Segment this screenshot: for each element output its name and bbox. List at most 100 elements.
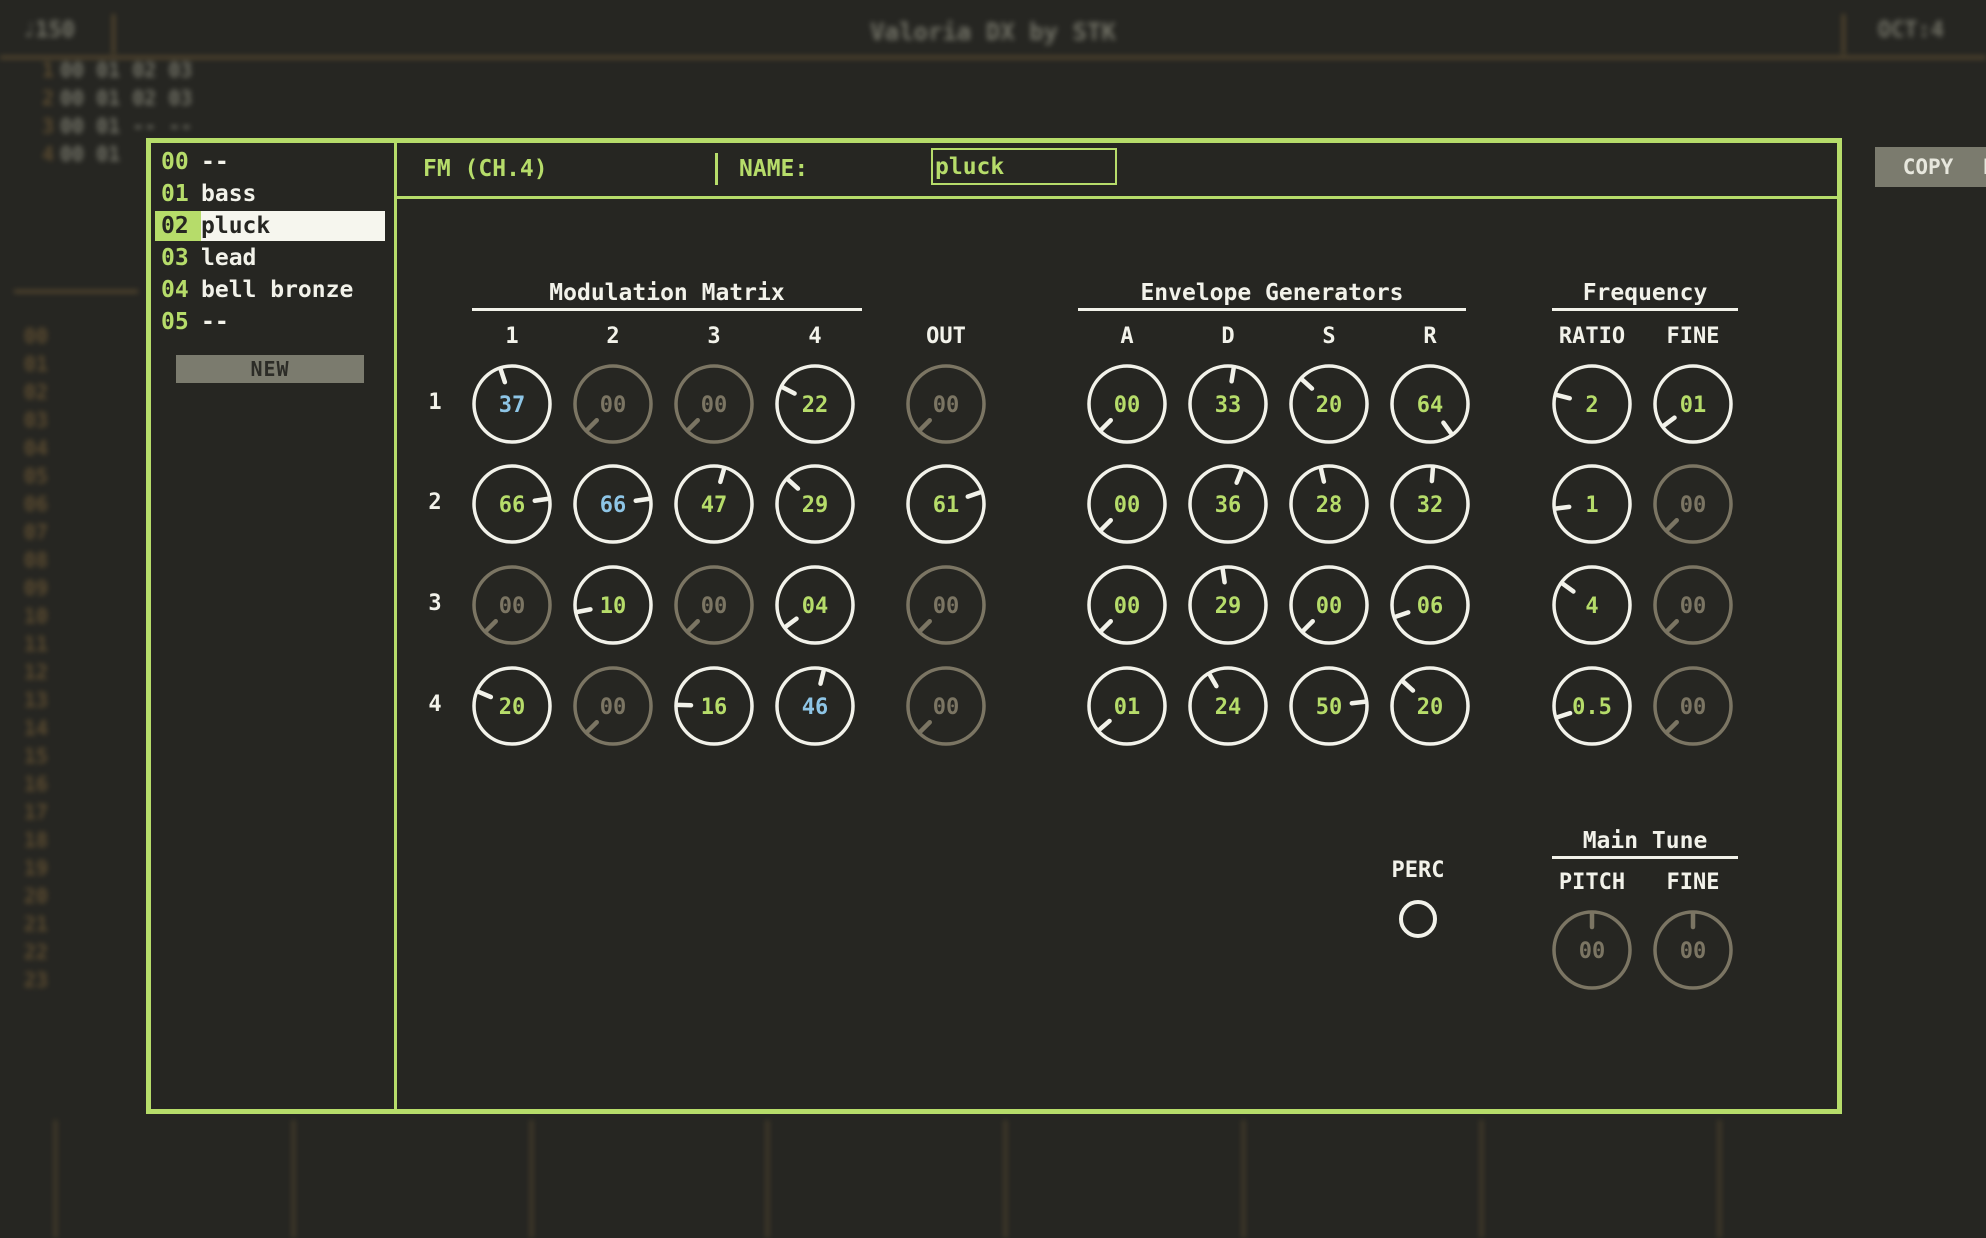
matrix-column-label: 4 <box>808 324 822 349</box>
mod-matrix-knob[interactable]: 20 <box>470 664 554 748</box>
channel-divider <box>292 1120 295 1238</box>
envelope-knob[interactable]: 06 <box>1388 563 1472 647</box>
envelope-knob[interactable]: 20 <box>1388 664 1472 748</box>
knob-indicator <box>918 619 932 633</box>
mod-matrix-knob[interactable]: 66 <box>470 462 554 546</box>
patch-list-item[interactable]: 05 -- <box>155 307 385 337</box>
knob-value: 00 <box>1680 695 1707 720</box>
knob-indicator <box>1665 518 1679 532</box>
fine-tune-knob[interactable]: 00 <box>1651 462 1735 546</box>
mod-matrix-knob[interactable]: 00 <box>672 362 756 446</box>
mod-matrix-knob[interactable]: 22 <box>773 362 857 446</box>
main-tune-column-label: FINE <box>1666 870 1720 895</box>
mod-matrix-knob[interactable]: 00 <box>672 563 756 647</box>
envelope-generators-title: Envelope Generators <box>1078 280 1466 311</box>
knob-value: 00 <box>1114 393 1141 418</box>
knob-value: 00 <box>701 594 728 619</box>
perc-label: PERC <box>1391 858 1445 883</box>
main-pitch-knob[interactable]: 00 <box>1550 908 1634 992</box>
envelope-knob[interactable]: 28 <box>1287 462 1371 546</box>
mod-matrix-knob[interactable]: 10 <box>571 563 655 647</box>
output-level-knob[interactable]: 00 <box>904 664 988 748</box>
mod-matrix-knob[interactable]: 04 <box>773 563 857 647</box>
output-level-knob[interactable]: 00 <box>904 563 988 647</box>
fine-tune-knob[interactable]: 00 <box>1651 563 1735 647</box>
patch-list-item[interactable]: 01 bass <box>155 179 385 209</box>
knob-indicator <box>1207 672 1219 689</box>
knob-indicator <box>686 418 700 432</box>
fine-tune-knob[interactable]: 01 <box>1651 362 1735 446</box>
envelope-column-label: R <box>1423 324 1437 349</box>
knob-indicator <box>1099 518 1113 532</box>
knob-indicator <box>918 418 932 432</box>
pattern-divider <box>14 290 138 293</box>
envelope-knob[interactable]: 00 <box>1085 462 1169 546</box>
patch-list-item[interactable]: 04 bell bronze <box>155 275 385 305</box>
main-tune-title: Main Tune <box>1552 828 1738 859</box>
editor-header: FM (CH.4) NAME: COPY DELETE <box>397 143 1986 199</box>
patch-name-input[interactable] <box>931 148 1117 185</box>
patch-list-item[interactable]: 02 pluck <box>155 211 385 241</box>
knob-value: 00 <box>1680 594 1707 619</box>
envelope-knob[interactable]: 00 <box>1085 563 1169 647</box>
knob-value: 29 <box>1215 594 1242 619</box>
new-patch-button[interactable]: NEW <box>176 355 364 383</box>
mod-matrix-knob[interactable]: 46 <box>773 664 857 748</box>
output-level-knob[interactable]: 00 <box>904 362 988 446</box>
patch-list-item[interactable]: 03 lead <box>155 243 385 273</box>
knob-value: 00 <box>933 594 960 619</box>
knob-value: 00 <box>1114 594 1141 619</box>
envelope-knob[interactable]: 33 <box>1186 362 1270 446</box>
fine-tune-knob[interactable]: 00 <box>1651 664 1735 748</box>
delete-button[interactable]: DELETE <box>1965 147 1986 187</box>
knob-value: 00 <box>499 594 526 619</box>
envelope-column-label: D <box>1221 324 1235 349</box>
top-bar-divider <box>1842 14 1845 54</box>
knob-indicator <box>585 418 599 432</box>
knob-value: 33 <box>1215 393 1242 418</box>
envelope-knob[interactable]: 64 <box>1388 362 1472 446</box>
envelope-knob[interactable]: 29 <box>1186 563 1270 647</box>
knob-indicator <box>484 619 498 633</box>
mod-matrix-knob[interactable]: 00 <box>571 664 655 748</box>
knob-value: 1 <box>1585 493 1598 518</box>
perc-toggle[interactable] <box>1399 900 1437 938</box>
knob-indicator <box>1661 415 1677 428</box>
mod-matrix-knob[interactable]: 29 <box>773 462 857 546</box>
mod-matrix-knob[interactable]: 16 <box>672 664 756 748</box>
envelope-knob[interactable]: 32 <box>1388 462 1472 546</box>
envelope-knob[interactable]: 01 <box>1085 664 1169 748</box>
envelope-knob[interactable]: 00 <box>1287 563 1371 647</box>
knob-indicator <box>1393 610 1411 619</box>
ratio-knob[interactable]: 0.5 <box>1550 664 1634 748</box>
ratio-knob[interactable]: 2 <box>1550 362 1634 446</box>
envelope-knob[interactable]: 24 <box>1186 664 1270 748</box>
knob-indicator <box>1441 420 1454 436</box>
mod-matrix-knob[interactable]: 66 <box>571 462 655 546</box>
envelope-knob[interactable]: 20 <box>1287 362 1371 446</box>
mod-matrix-knob[interactable]: 00 <box>571 362 655 446</box>
patch-list-item[interactable]: 00 -- <box>155 147 385 177</box>
mod-matrix-knob[interactable]: 47 <box>672 462 756 546</box>
knob-indicator <box>498 367 508 385</box>
matrix-column-label: 2 <box>606 324 620 349</box>
envelope-knob[interactable]: 50 <box>1287 664 1371 748</box>
mod-matrix-knob[interactable]: 37 <box>470 362 554 446</box>
knob-indicator <box>633 496 651 503</box>
knob-value: 66 <box>499 493 526 518</box>
knob-indicator <box>918 720 932 734</box>
output-level-knob[interactable]: 61 <box>904 462 988 546</box>
patch-number: 03 <box>161 245 189 271</box>
knob-value: 46 <box>802 695 829 720</box>
envelope-knob[interactable]: 36 <box>1186 462 1270 546</box>
mod-matrix-knob[interactable]: 00 <box>470 563 554 647</box>
pattern-row-numbers: 00 01 02 03 04 05 06 07 08 09 10 11 12 13 14 15 16 17 18 19… <box>23 324 48 992</box>
app-title: Valoria DX by STK <box>870 18 1116 46</box>
channel-divider <box>54 1120 57 1238</box>
ratio-knob[interactable]: 4 <box>1550 563 1634 647</box>
ratio-knob[interactable]: 1 <box>1550 462 1634 546</box>
knob-indicator <box>1097 718 1112 732</box>
main-fine-knob[interactable]: 00 <box>1651 908 1735 992</box>
knob-value: 37 <box>499 393 526 418</box>
envelope-knob[interactable]: 00 <box>1085 362 1169 446</box>
